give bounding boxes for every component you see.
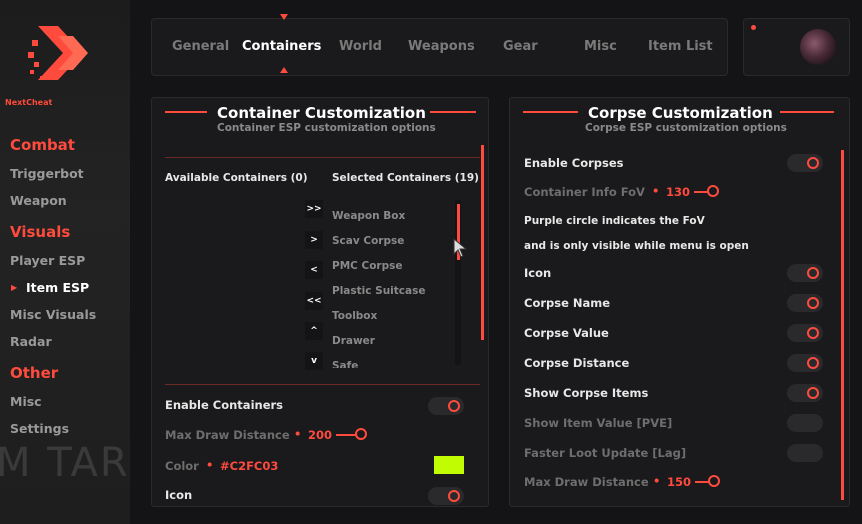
enable-containers-toggle[interactable] bbox=[428, 397, 464, 415]
container-panel-title: Container Customization bbox=[217, 104, 426, 122]
nav-section-combat: Combat bbox=[10, 136, 75, 154]
move-left-button[interactable]: < bbox=[305, 261, 323, 279]
fov-info-line-2: and is only visible while menu is open bbox=[524, 240, 749, 252]
nav-item-misc[interactable]: Misc bbox=[10, 394, 42, 409]
show-corpse-items-toggle[interactable] bbox=[787, 384, 823, 402]
nav-item-radar[interactable]: Radar bbox=[10, 334, 52, 349]
enable-corpses-toggle[interactable] bbox=[787, 154, 823, 172]
show-corpse-items-label: Show Corpse Items bbox=[524, 386, 649, 400]
corpse-panel-subtitle: Corpse ESP customization options bbox=[585, 122, 787, 134]
fov-label: Container Info FoV bbox=[524, 185, 645, 199]
active-tab-top-marker-icon bbox=[280, 14, 288, 20]
move-up-button[interactable]: ^ bbox=[305, 322, 323, 340]
corpse-max-draw-label: Max Draw Distance bbox=[524, 475, 649, 489]
tab-weapons[interactable]: Weapons bbox=[408, 39, 475, 54]
list-item[interactable]: Scav Corpse bbox=[332, 235, 404, 247]
show-item-value-toggle[interactable] bbox=[787, 414, 823, 432]
tab-misc[interactable]: Misc bbox=[584, 39, 617, 54]
nav-item-triggerbot[interactable]: Triggerbot bbox=[10, 166, 84, 181]
corpse-icon-label: Icon bbox=[524, 266, 552, 280]
selected-containers-header: Selected Containers (19) bbox=[332, 172, 479, 184]
list-item[interactable]: Drawer bbox=[332, 335, 375, 347]
fov-info-line-1: Purple circle indicates the FoV bbox=[524, 215, 705, 227]
corpse-panel-title: Corpse Customization bbox=[588, 104, 773, 122]
container-max-draw-value: 200 bbox=[308, 428, 333, 442]
divider bbox=[165, 384, 480, 385]
mouse-cursor-icon bbox=[453, 238, 468, 258]
nav-item-item-esp[interactable]: Item ESP bbox=[26, 280, 89, 295]
active-tab-bottom-marker-icon bbox=[280, 67, 288, 73]
fov-slider-fill bbox=[694, 191, 708, 193]
color-swatch[interactable] bbox=[434, 456, 464, 474]
selected-containers-list[interactable]: Weapon Box Scav Corpse PMC Corpse Plasti… bbox=[330, 200, 460, 368]
corpse-name-toggle[interactable] bbox=[787, 294, 823, 312]
background-watermark-text: M TAR bbox=[0, 440, 130, 486]
container-max-draw-slider-fill bbox=[336, 434, 356, 436]
profile-box[interactable] bbox=[743, 18, 850, 76]
title-decor-line-right bbox=[430, 111, 476, 113]
corpse-value-toggle[interactable] bbox=[787, 324, 823, 342]
brand-name: NextCheat bbox=[5, 98, 53, 107]
list-item[interactable]: Safe bbox=[332, 360, 358, 368]
title-decor-line-left bbox=[523, 111, 578, 113]
corpse-distance-toggle[interactable] bbox=[787, 354, 823, 372]
color-label: Color bbox=[165, 459, 199, 473]
nav-section-other: Other bbox=[10, 364, 59, 382]
enable-corpses-label: Enable Corpses bbox=[524, 156, 624, 170]
corpse-max-draw-slider-fill bbox=[695, 481, 709, 483]
title-decor-line-left bbox=[165, 111, 207, 113]
corpse-name-label: Corpse Name bbox=[524, 296, 611, 310]
corpse-max-draw-slider-knob[interactable] bbox=[708, 475, 720, 487]
list-item[interactable]: Plastic Suitcase bbox=[332, 285, 425, 297]
move-all-right-button[interactable]: >> bbox=[305, 200, 323, 218]
bullet-dot: • bbox=[294, 427, 302, 441]
available-containers-header: Available Containers (0) bbox=[165, 172, 308, 184]
divider bbox=[165, 157, 480, 158]
list-item[interactable]: Toolbox bbox=[332, 310, 377, 322]
bullet-dot: • bbox=[652, 184, 660, 198]
fov-slider-knob[interactable] bbox=[707, 185, 719, 197]
corpse-value-label: Corpse Value bbox=[524, 326, 609, 340]
container-max-draw-label: Max Draw Distance bbox=[165, 428, 290, 442]
nav-item-misc-visuals[interactable]: Misc Visuals bbox=[10, 307, 96, 322]
tab-item-list[interactable]: Item List bbox=[648, 39, 713, 54]
enable-containers-label: Enable Containers bbox=[165, 398, 284, 412]
container-icon-label: Icon bbox=[165, 488, 193, 502]
nav-item-settings[interactable]: Settings bbox=[10, 421, 69, 436]
bullet-dot: • bbox=[206, 458, 214, 472]
container-max-draw-slider-knob[interactable] bbox=[355, 428, 367, 440]
sidebar: M TAR NextCheat Combat Triggerbot Weapon… bbox=[0, 0, 130, 524]
title-decor-line-right bbox=[780, 111, 834, 113]
tab-world[interactable]: World bbox=[339, 39, 382, 54]
show-item-value-label: Show Item Value [PVE] bbox=[524, 416, 673, 430]
active-arrow-icon: ▶ bbox=[11, 283, 18, 292]
list-item[interactable]: PMC Corpse bbox=[332, 260, 403, 272]
list-item[interactable]: Weapon Box bbox=[332, 210, 405, 222]
faster-loot-update-toggle[interactable] bbox=[787, 444, 823, 462]
container-icon-toggle[interactable] bbox=[428, 487, 464, 505]
tab-gear[interactable]: Gear bbox=[503, 39, 538, 54]
container-panel-subtitle: Container ESP customization options bbox=[217, 122, 436, 134]
panel-scrollbar[interactable] bbox=[481, 145, 484, 340]
fov-value: 130 bbox=[666, 185, 691, 199]
bullet-dot: • bbox=[653, 474, 661, 488]
nav-item-weapon[interactable]: Weapon bbox=[10, 193, 67, 208]
tab-general[interactable]: General bbox=[172, 39, 229, 54]
move-down-button[interactable]: v bbox=[305, 352, 323, 370]
nav-section-visuals: Visuals bbox=[10, 223, 71, 241]
nextcheat-logo-icon bbox=[28, 26, 88, 80]
move-right-button[interactable]: > bbox=[305, 231, 323, 249]
corpse-max-draw-value: 150 bbox=[667, 475, 692, 489]
tab-containers[interactable]: Containers bbox=[242, 39, 321, 54]
corpse-icon-toggle[interactable] bbox=[787, 264, 823, 282]
tab-bar: General Containers World Weapons Gear Mi… bbox=[151, 14, 728, 76]
color-hex-value: #C2FC03 bbox=[220, 459, 279, 473]
corpse-distance-label: Corpse Distance bbox=[524, 356, 630, 370]
avatar[interactable] bbox=[800, 29, 836, 65]
corpse-panel-scrollbar[interactable] bbox=[841, 150, 844, 500]
faster-loot-update-label: Faster Loot Update [Lag] bbox=[524, 446, 687, 460]
nav-item-player-esp[interactable]: Player ESP bbox=[10, 253, 85, 268]
move-all-left-button[interactable]: << bbox=[305, 292, 323, 310]
status-dot-icon bbox=[751, 25, 756, 30]
